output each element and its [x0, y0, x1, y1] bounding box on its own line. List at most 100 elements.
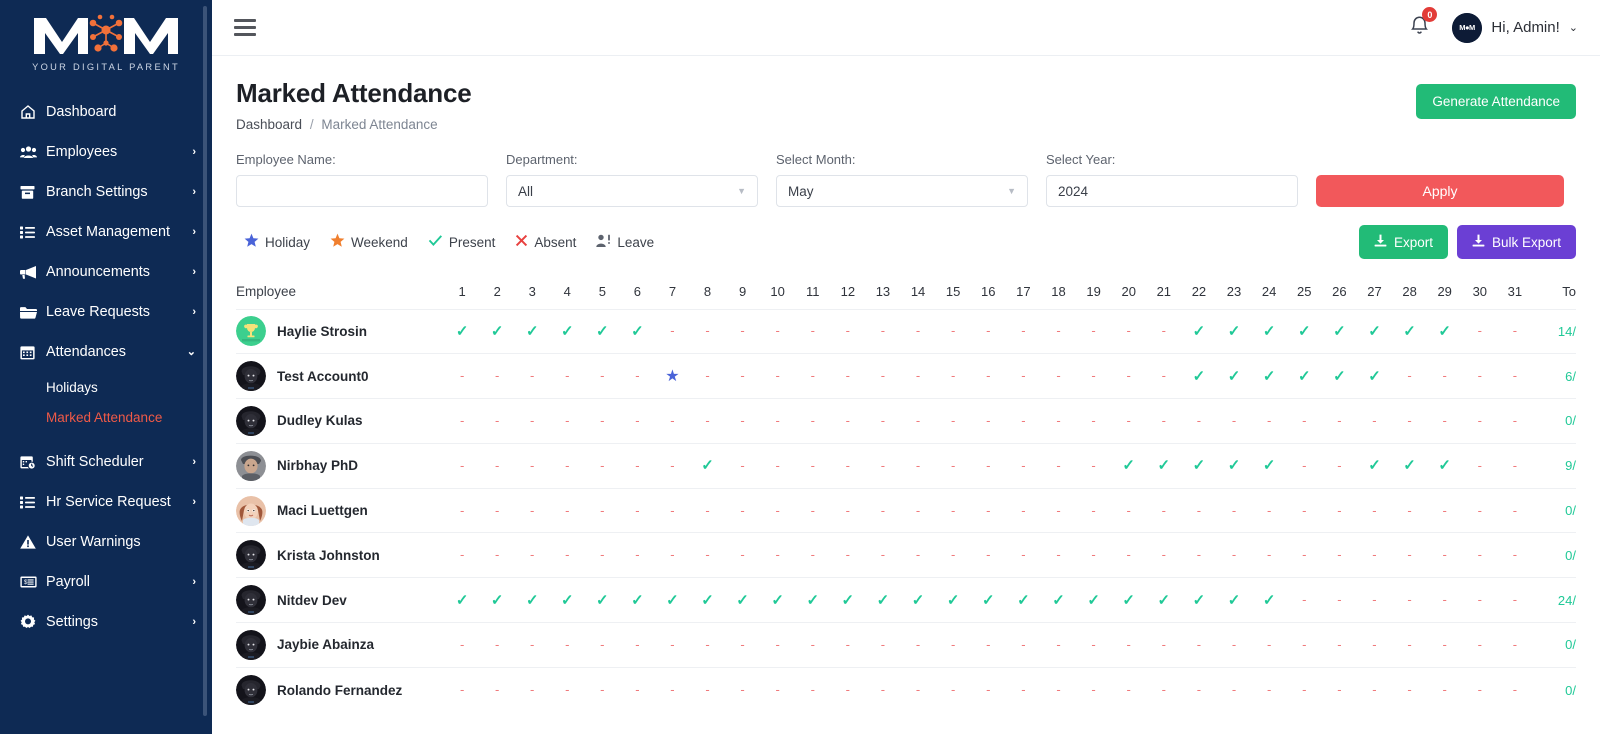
- mark-absent[interactable]: -: [600, 413, 604, 428]
- attendance-cell[interactable]: -: [1287, 667, 1322, 705]
- mark-absent[interactable]: -: [1056, 458, 1060, 473]
- attendance-cell[interactable]: -: [1041, 443, 1076, 488]
- mark-absent[interactable]: -: [1127, 413, 1131, 428]
- attendance-cell[interactable]: -: [620, 443, 655, 488]
- mark-absent[interactable]: -: [1197, 413, 1201, 428]
- mark-absent[interactable]: -: [1021, 413, 1025, 428]
- mark-absent[interactable]: -: [1197, 682, 1201, 697]
- attendance-cell[interactable]: -: [830, 443, 865, 488]
- mark-absent[interactable]: -: [1372, 637, 1376, 652]
- mark-absent[interactable]: -: [846, 413, 850, 428]
- mark-present[interactable]: ✓: [1228, 368, 1241, 385]
- attendance-cell[interactable]: -: [1462, 578, 1497, 623]
- mark-absent[interactable]: -: [846, 458, 850, 473]
- mark-present[interactable]: ✓: [631, 323, 644, 340]
- mark-absent[interactable]: -: [1478, 323, 1482, 338]
- attendance-cell[interactable]: ✓: [620, 578, 655, 623]
- mark-absent[interactable]: -: [1091, 368, 1095, 383]
- mark-present[interactable]: ✓: [842, 592, 855, 609]
- attendance-cell[interactable]: -: [1181, 667, 1216, 705]
- mark-absent[interactable]: -: [1337, 592, 1341, 607]
- mark-absent[interactable]: -: [565, 547, 569, 562]
- user-menu[interactable]: M●M Hi, Admin! ⌄: [1452, 12, 1578, 43]
- mark-absent[interactable]: -: [1302, 503, 1306, 518]
- mark-absent[interactable]: -: [881, 503, 885, 518]
- mark-absent[interactable]: -: [635, 547, 639, 562]
- mark-absent[interactable]: -: [1267, 503, 1271, 518]
- mark-absent[interactable]: -: [1056, 682, 1060, 697]
- attendance-cell[interactable]: -: [1322, 533, 1357, 578]
- attendance-cell[interactable]: -: [865, 667, 900, 705]
- mark-absent[interactable]: -: [1478, 547, 1482, 562]
- attendance-cell[interactable]: -: [1111, 399, 1146, 444]
- mark-absent[interactable]: -: [1478, 503, 1482, 518]
- mark-present[interactable]: ✓: [491, 323, 504, 340]
- mark-absent[interactable]: -: [846, 547, 850, 562]
- breadcrumb-root[interactable]: Dashboard: [236, 117, 302, 132]
- attendance-cell[interactable]: -: [480, 623, 515, 668]
- attendance-cell[interactable]: -: [655, 443, 690, 488]
- mark-absent[interactable]: -: [1337, 547, 1341, 562]
- attendance-cell[interactable]: ✓: [1392, 309, 1427, 354]
- attendance-cell[interactable]: -: [1287, 488, 1322, 533]
- attendance-cell[interactable]: -: [795, 309, 830, 354]
- attendance-cell[interactable]: -: [1181, 399, 1216, 444]
- attendance-cell[interactable]: -: [1076, 533, 1111, 578]
- mark-absent[interactable]: -: [951, 547, 955, 562]
- mark-absent[interactable]: -: [951, 637, 955, 652]
- attendance-cell[interactable]: ✓: [515, 578, 550, 623]
- mark-absent[interactable]: -: [775, 413, 779, 428]
- mark-absent[interactable]: -: [811, 458, 815, 473]
- attendance-cell[interactable]: -: [620, 354, 655, 399]
- mark-present[interactable]: ✓: [1263, 368, 1276, 385]
- attendance-cell[interactable]: -: [1392, 354, 1427, 399]
- attendance-cell[interactable]: ★: [655, 354, 690, 399]
- mark-absent[interactable]: -: [1267, 413, 1271, 428]
- attendance-cell[interactable]: -: [1427, 354, 1462, 399]
- attendance-cell[interactable]: -: [795, 533, 830, 578]
- mark-absent[interactable]: -: [846, 503, 850, 518]
- attendance-cell[interactable]: ✓: [445, 578, 480, 623]
- attendance-cell[interactable]: -: [1427, 533, 1462, 578]
- attendance-cell[interactable]: -: [1041, 533, 1076, 578]
- attendance-cell[interactable]: ✓: [1216, 354, 1251, 399]
- mark-absent[interactable]: -: [1056, 368, 1060, 383]
- attendance-cell[interactable]: -: [445, 667, 480, 705]
- attendance-cell[interactable]: -: [690, 354, 725, 399]
- mark-absent[interactable]: -: [1302, 682, 1306, 697]
- sidebar-item-hr-service-request[interactable]: Hr Service Request ›: [0, 482, 212, 522]
- mark-absent[interactable]: -: [881, 458, 885, 473]
- attendance-cell[interactable]: -: [1181, 488, 1216, 533]
- attendance-cell[interactable]: -: [550, 354, 585, 399]
- attendance-cell[interactable]: ✓: [1287, 354, 1322, 399]
- table-row[interactable]: Krista Johnston - - - - - - - - - - - - - - - - - - - - - - - - -…: [236, 532, 1576, 578]
- sidebar-item-user-warnings[interactable]: User Warnings: [0, 522, 212, 562]
- attendance-cell[interactable]: -: [795, 443, 830, 488]
- attendance-cell[interactable]: -: [480, 533, 515, 578]
- table-row[interactable]: Test Account0 - - - - - - ★ - - - - - - - - - - - - - - ✓ ✓ ✓ ✓ ✓ ✓…: [236, 353, 1576, 399]
- mark-absent[interactable]: -: [775, 503, 779, 518]
- mark-absent[interactable]: -: [1267, 682, 1271, 697]
- attendance-cell[interactable]: -: [1357, 533, 1392, 578]
- attendance-cell[interactable]: -: [1146, 667, 1181, 705]
- mark-present[interactable]: ✓: [1333, 368, 1346, 385]
- mark-absent[interactable]: -: [775, 368, 779, 383]
- attendance-cell[interactable]: -: [1322, 443, 1357, 488]
- mark-absent[interactable]: -: [881, 368, 885, 383]
- mark-absent[interactable]: -: [670, 503, 674, 518]
- sidebar-item-leave-requests[interactable]: Leave Requests ›: [0, 292, 212, 332]
- mark-holiday[interactable]: ★: [665, 368, 679, 385]
- attendance-cell[interactable]: -: [830, 667, 865, 705]
- attendance-cell[interactable]: -: [971, 623, 1006, 668]
- sidebar-subitem-marked-attendance[interactable]: Marked Attendance: [0, 402, 212, 432]
- mark-absent[interactable]: -: [916, 682, 920, 697]
- attendance-cell[interactable]: -: [620, 488, 655, 533]
- mark-absent[interactable]: -: [1513, 323, 1517, 338]
- attendance-cell[interactable]: -: [655, 488, 690, 533]
- attendance-table-container[interactable]: Employee 1 2 3 4 5 6 7 8 9 10 11 12 13 14 15 16 17 18 19 20…: [236, 275, 1576, 705]
- attendance-cell[interactable]: -: [1041, 667, 1076, 705]
- table-row[interactable]: Nirbhay PhD - - - - - - - ✓ - - - - - - - - - - - ✓ ✓ ✓ ✓ ✓ - - ✓ ✓ ✓…: [236, 443, 1576, 488]
- mark-absent[interactable]: -: [460, 503, 464, 518]
- attendance-cell[interactable]: -: [515, 623, 550, 668]
- mark-present[interactable]: ✓: [526, 323, 539, 340]
